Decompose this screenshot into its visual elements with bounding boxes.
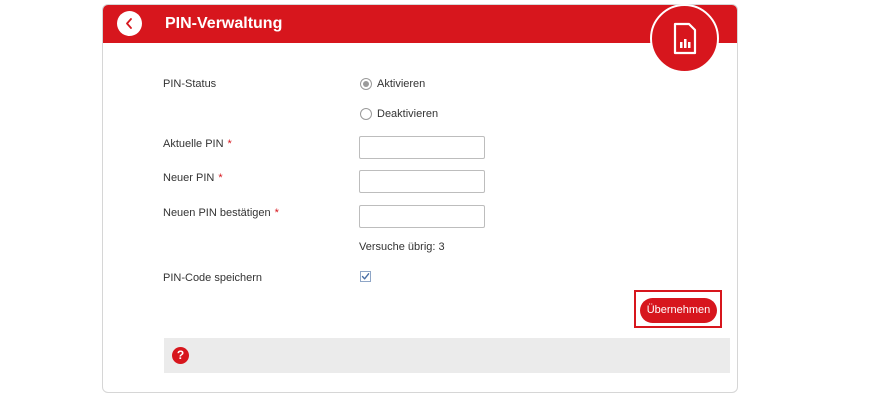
required-marker: *	[218, 172, 223, 184]
card-header: PIN-Verwaltung	[103, 5, 737, 43]
pin-status-label: PIN-Status	[163, 78, 217, 90]
activate-label: Aktivieren	[377, 78, 426, 90]
help-icon[interactable]: ?	[172, 347, 189, 364]
chevron-left-icon	[126, 18, 132, 29]
checkmark-icon	[361, 273, 370, 280]
back-button[interactable]	[117, 11, 142, 36]
attempts-remaining: Versuche übrig: 3	[359, 241, 445, 253]
help-bar: ?	[164, 338, 730, 373]
new-pin-label: Neuer PIN *	[163, 172, 223, 184]
deactivate-option[interactable]: Deaktivieren	[360, 108, 438, 120]
sim-badge	[650, 4, 719, 73]
confirm-pin-label: Neuen PIN bestätigen *	[163, 207, 279, 219]
deactivate-radio[interactable]	[360, 108, 372, 120]
deactivate-label: Deaktivieren	[377, 108, 439, 120]
save-pin-checkbox[interactable]	[360, 271, 371, 282]
current-pin-input[interactable]	[359, 136, 485, 159]
new-pin-label-text: Neuer PIN	[163, 172, 215, 184]
new-pin-input[interactable]	[359, 170, 485, 193]
confirm-pin-input[interactable]	[359, 205, 485, 228]
save-pin-label: PIN-Code speichern	[163, 272, 263, 284]
required-marker: *	[274, 207, 279, 219]
activate-radio[interactable]	[360, 78, 372, 90]
submit-button[interactable]: Übernehmen	[640, 298, 717, 323]
confirm-pin-label-text: Neuen PIN bestätigen	[163, 207, 271, 219]
required-marker: *	[227, 138, 232, 150]
current-pin-label: Aktuelle PIN *	[163, 138, 232, 150]
current-pin-label-text: Aktuelle PIN	[163, 138, 224, 150]
sim-card-icon	[673, 22, 697, 55]
pin-management-card: PIN-Verwaltung PIN-Status Aktivieren Dea…	[102, 4, 738, 393]
activate-option[interactable]: Aktivieren	[360, 78, 425, 90]
page-title: PIN-Verwaltung	[165, 15, 283, 32]
